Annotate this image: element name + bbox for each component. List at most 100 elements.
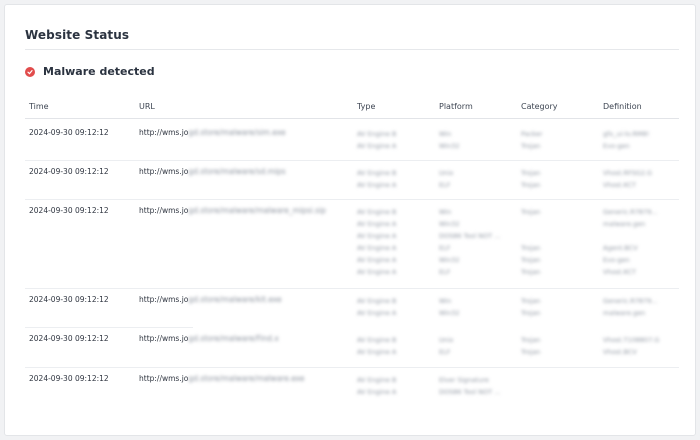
definition-cell-line: malware.gen	[603, 220, 646, 228]
type-cell-line: AV Engine B	[357, 169, 397, 177]
type-cell-line: AV Engine A	[357, 232, 397, 240]
platform-cell-line: Win	[439, 297, 452, 305]
type-cell-line: AV Engine B	[357, 130, 397, 138]
platform-cell-line: DOS86 Tool NOT ...	[439, 232, 501, 240]
column-header-type: Type	[357, 102, 376, 111]
row-divider	[25, 199, 679, 200]
category-cell: Trojan Trojan	[521, 334, 540, 358]
type-cell: AV Engine B AV Engine A	[357, 167, 396, 191]
column-header-category: Category	[521, 102, 558, 111]
platform-cell-line: ELF	[439, 348, 451, 356]
time-cell: 2024-09-30 09:12:12	[29, 374, 109, 383]
url-cell[interactable]: http://wms.jogd.store/malware/Find.x	[139, 334, 279, 343]
url-visible-text: http://wms.jo	[139, 128, 189, 137]
category-cell-line: Trojan	[521, 142, 541, 150]
category-cell-line: Trojan	[521, 336, 541, 344]
type-cell: AV Engine B AV Engine A	[357, 334, 396, 358]
category-cell-line	[521, 218, 540, 230]
url-visible-text: http://wms.jo	[139, 374, 189, 383]
category-cell-line: Trojan	[521, 256, 541, 264]
category-cell: Trojan Trojan Trojan Trojan	[521, 206, 540, 278]
platform-cell: Unix ELF	[439, 167, 454, 191]
type-cell-line: AV Engine A	[357, 268, 397, 276]
category-cell-line: Trojan	[521, 244, 541, 252]
platform-cell-line: Elver Signature	[439, 376, 489, 384]
category-cell-line: Trojan	[521, 309, 541, 317]
url-visible-text: http://wms.jo	[139, 206, 189, 215]
card-title: Website Status	[25, 28, 130, 42]
url-cell[interactable]: http://wms.jogd.store/malware/malware_mi…	[139, 206, 326, 215]
type-cell-line: AV Engine B	[357, 376, 397, 384]
column-header-platform: Platform	[439, 102, 473, 111]
platform-cell-line: ELF	[439, 244, 451, 252]
platform-cell: Win Win32	[439, 295, 459, 319]
url-cell[interactable]: http://wms.jogd.store/malware/sim.exe	[139, 128, 286, 137]
platform-cell-line: ELF	[439, 268, 451, 276]
time-cell: 2024-09-30 09:12:12	[29, 167, 109, 176]
type-cell-line: AV Engine A	[357, 388, 397, 396]
row-divider	[25, 288, 679, 289]
url-cell[interactable]: http://wms.jogd.store/malware/malware.ex…	[139, 374, 305, 383]
definition-cell-line: Vhost.KCT	[603, 181, 636, 189]
url-hidden-text: gd.store/malware/malware_mipsi.sip	[188, 206, 326, 215]
column-header-url: URL	[139, 102, 155, 111]
category-cell: Trojan Trojan	[521, 167, 540, 191]
platform-cell-line: Win	[439, 130, 452, 138]
row-divider	[25, 367, 679, 368]
url-cell[interactable]: http://wms.jogd.store/malware/kit.exe	[139, 295, 282, 304]
time-cell: 2024-09-30 09:12:12	[29, 206, 109, 215]
category-cell: Packer Trojan	[521, 128, 542, 152]
type-cell-line: AV Engine A	[357, 142, 397, 150]
time-cell: 2024-09-30 09:12:12	[29, 295, 109, 304]
column-header-time: Time	[29, 102, 49, 111]
header-divider	[25, 118, 679, 119]
definition-cell: Vhost.RFSG2.G Vhost.KCT	[603, 167, 652, 191]
platform-cell-line: Unix	[439, 169, 454, 177]
platform-cell-line: DOS86 Tool NOT ...	[439, 388, 501, 396]
type-cell-line: AV Engine A	[357, 309, 397, 317]
check-badge-icon	[25, 66, 35, 77]
type-cell: AV Engine B AV Engine A AV Engine A AV Engi…	[357, 206, 396, 278]
definition-cell-line: Generic.R7879...	[603, 297, 658, 305]
type-cell-line: AV Engine A	[357, 256, 397, 264]
definition-cell: Vhost.T108807.G Vhost.BCV	[603, 334, 659, 358]
category-cell-line: Trojan	[521, 169, 541, 177]
type-cell: AV Engine B AV Engine A	[357, 128, 396, 152]
url-visible-text: http://wms.jo	[139, 295, 189, 304]
website-status-card: Website Status Malware detected Time URL…	[4, 4, 696, 436]
definition-cell-line: Agent.BCV	[603, 244, 638, 252]
row-divider	[25, 327, 193, 328]
url-hidden-text: gd.store/malware/malware.exe	[188, 374, 305, 383]
time-cell: 2024-09-30 09:12:12	[29, 128, 109, 137]
column-header-definition: Definition	[603, 102, 642, 111]
type-cell-line: AV Engine B	[357, 336, 397, 344]
platform-cell: Unix ELF	[439, 334, 454, 358]
definition-cell-line: Vhost.T108807.G	[603, 336, 660, 344]
platform-cell: Win Win32 DOS86 Tool NOT ... ELF Win32 ELF	[439, 206, 501, 278]
platform-cell-line: Unix	[439, 336, 454, 344]
platform-cell-line: ELF	[439, 181, 451, 189]
type-cell-line: AV Engine A	[357, 348, 397, 356]
platform-cell-line: Win32	[439, 220, 460, 228]
url-hidden-text: gd.store/malware/sd.mips	[188, 167, 286, 176]
platform-cell-line: Win32	[439, 142, 460, 150]
category-cell: Trojan Trojan	[521, 295, 540, 319]
url-visible-text: http://wms.jo	[139, 334, 189, 343]
type-cell-line: AV Engine B	[357, 297, 397, 305]
type-cell-line: AV Engine A	[357, 181, 397, 189]
definition-cell-line	[603, 230, 658, 242]
malware-alert: Malware detected	[25, 65, 155, 78]
category-cell-line: Trojan	[521, 181, 541, 189]
category-cell-line: Trojan	[521, 297, 541, 305]
definition-cell-line: Vhost.KCT	[603, 268, 636, 276]
category-cell-line	[521, 230, 540, 242]
platform-cell-line: Win32	[439, 309, 460, 317]
definition-cell: Generic.R7879... malware.gen Agent.BCV Evo-…	[603, 206, 658, 278]
definition-cell-line: gfx_ui-lo.RM8!	[603, 130, 650, 138]
url-cell[interactable]: http://wms.jogd.store/malware/sd.mips	[139, 167, 286, 176]
alert-text: Malware detected	[43, 65, 155, 78]
type-cell: AV Engine B AV Engine A	[357, 374, 396, 398]
definition-cell-line: Generic.R7879...	[603, 208, 658, 216]
category-cell-line: Packer	[521, 130, 543, 138]
category-cell-line: Trojan	[521, 208, 541, 216]
